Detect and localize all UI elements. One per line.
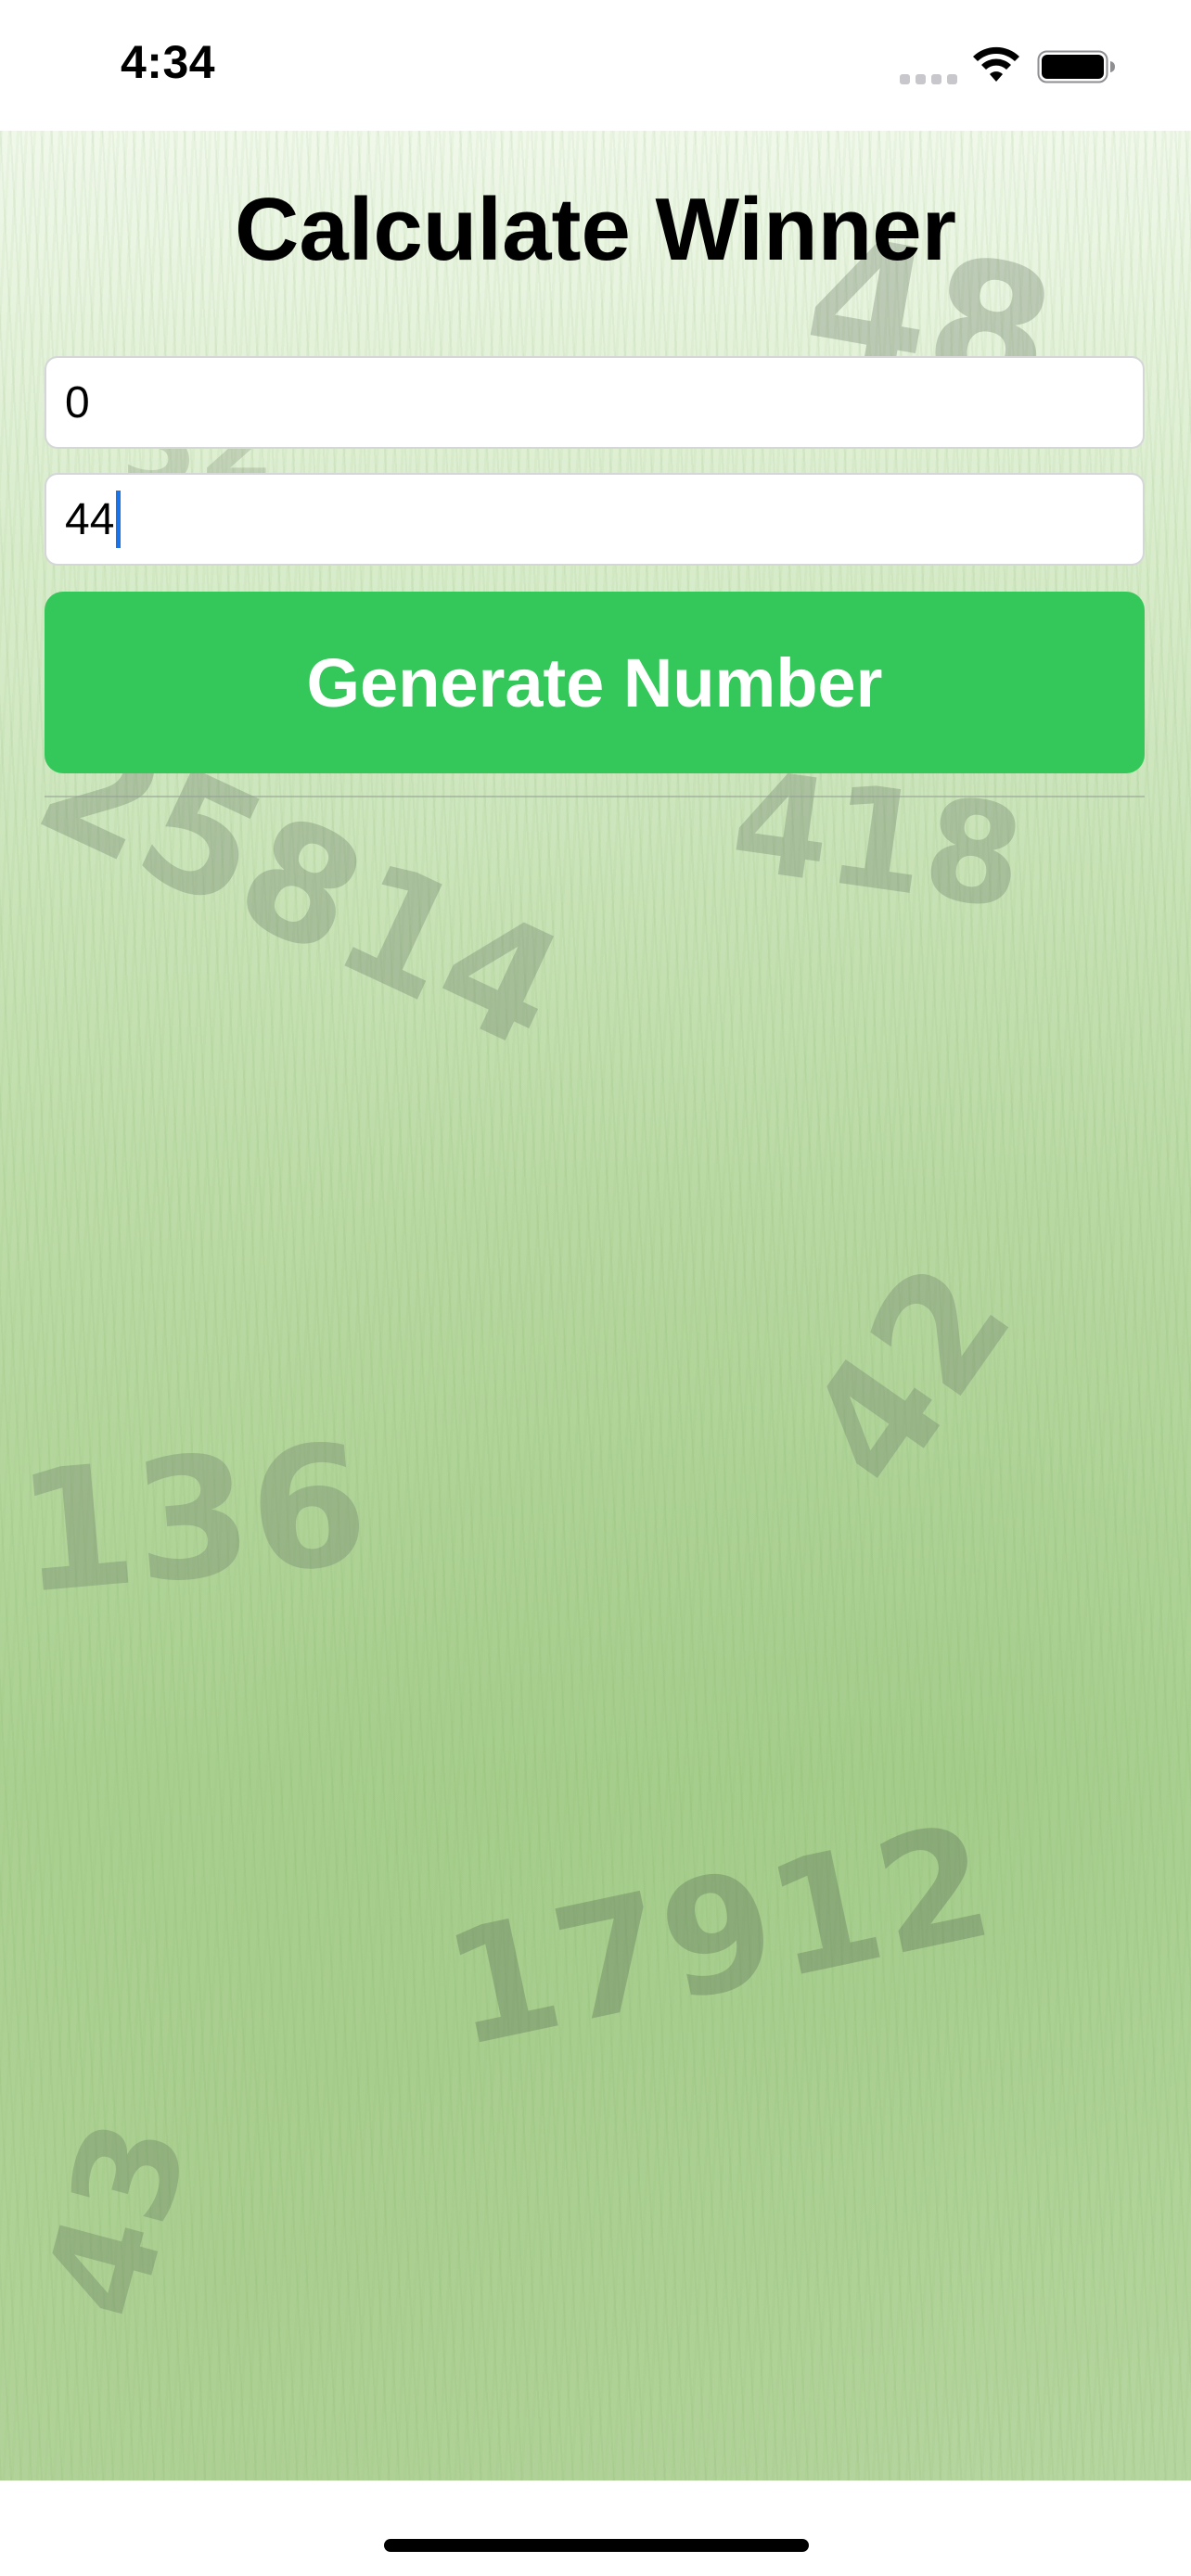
- status-time: 4:34: [121, 36, 216, 88]
- generate-number-button[interactable]: Generate Number: [45, 592, 1145, 773]
- min-number-value: 0: [65, 377, 90, 427]
- max-number-input[interactable]: 44: [45, 473, 1145, 566]
- svg-text:42: 42: [771, 1232, 1047, 1517]
- cellular-signal-icon: [900, 74, 957, 85]
- home-indicator[interactable]: [384, 2539, 809, 2552]
- divider: [45, 796, 1145, 797]
- svg-text:17912: 17912: [431, 1790, 1006, 2084]
- home-indicator-area: [0, 2480, 1191, 2576]
- max-number-value: 44: [65, 494, 115, 544]
- generate-number-label: Generate Number: [306, 644, 883, 721]
- svg-text:136: 136: [10, 1408, 375, 1631]
- text-cursor: [116, 491, 122, 548]
- wifi-icon: [973, 46, 1019, 82]
- battery-full-icon: [1037, 50, 1115, 83]
- status-bar: 4:34: [0, 0, 1191, 131]
- main-content: 48 32 418 25814 42 136 17912 43 Calculat…: [0, 131, 1191, 2480]
- min-number-input[interactable]: 0: [45, 356, 1145, 449]
- svg-text:43: 43: [15, 2105, 221, 2334]
- page-title: Calculate Winner: [235, 180, 956, 279]
